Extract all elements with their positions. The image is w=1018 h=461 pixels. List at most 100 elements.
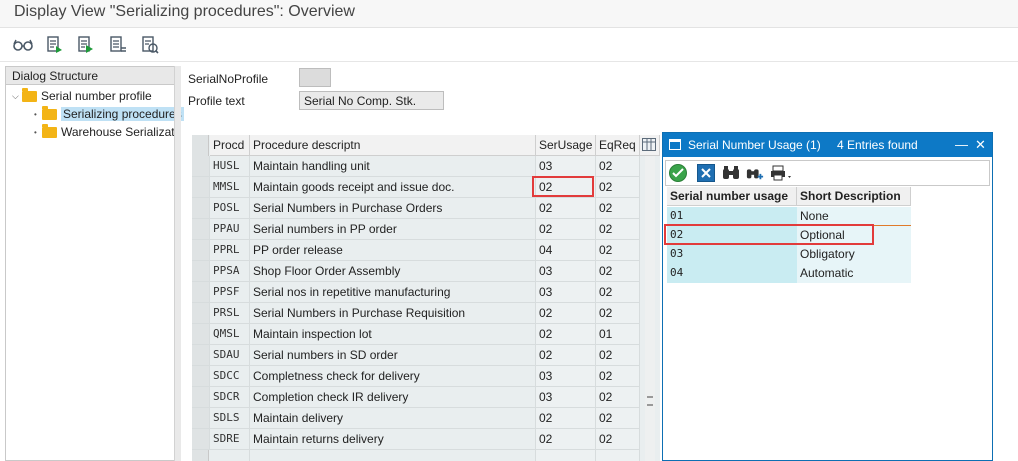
profile-text-field[interactable]: Serial No Comp. Stk.	[299, 91, 444, 110]
compare-icon[interactable]	[139, 34, 161, 56]
cell-eqreq[interactable]: 02	[596, 219, 640, 240]
cell-description[interactable]: PP order release	[250, 240, 536, 261]
cell-description[interactable]: Shop Floor Order Assembly	[250, 261, 536, 282]
popup-cell-description[interactable]: None	[797, 207, 911, 226]
cell-eqreq[interactable]: 02	[596, 177, 640, 198]
cell-serusage[interactable]: 03	[536, 156, 596, 177]
serial-profile-field[interactable]	[299, 68, 331, 87]
row-selector[interactable]	[192, 303, 210, 324]
cell-description[interactable]: Maintain returns delivery	[250, 429, 536, 450]
cell-description[interactable]: Completion check IR delivery	[250, 387, 536, 408]
glasses-icon[interactable]	[12, 34, 34, 56]
search-button[interactable]	[722, 164, 740, 182]
cell-serusage[interactable]: 02	[536, 198, 596, 219]
popup-cell-description[interactable]: Automatic	[797, 264, 911, 283]
row-selector[interactable]	[192, 366, 210, 387]
next-document-icon[interactable]	[75, 34, 97, 56]
cell-procd[interactable]: SDRE	[210, 429, 250, 450]
cell-eqreq[interactable]: 02	[596, 198, 640, 219]
tree-item-serial-number-profile[interactable]: ⌵ Serial number profile	[12, 87, 152, 105]
cell-eqreq[interactable]: 02	[596, 261, 640, 282]
print-dropdown-button[interactable]	[770, 164, 794, 182]
cell-serusage[interactable]: 02	[536, 177, 596, 198]
cell-description[interactable]: Maintain handling unit	[250, 156, 536, 177]
close-button[interactable]: ✕	[975, 137, 986, 153]
popup-cell-usage[interactable]: 04	[667, 264, 797, 283]
cell-eqreq[interactable]: 02	[596, 282, 640, 303]
dialog-structure-scrollbar[interactable]	[174, 66, 181, 461]
cell-eqreq[interactable]: 01	[596, 324, 640, 345]
cell-procd[interactable]: SDAU	[210, 345, 250, 366]
minimize-button[interactable]: —	[955, 137, 968, 152]
cell-procd[interactable]: PPSF	[210, 282, 250, 303]
cell-description[interactable]: Serial Numbers in Purchase Requisition	[250, 303, 536, 324]
row-selector[interactable]	[192, 198, 210, 219]
cell-serusage[interactable]: 02	[536, 408, 596, 429]
cell-procd[interactable]: MMSL	[210, 177, 250, 198]
cell-eqreq[interactable]: 02	[596, 156, 640, 177]
cell-description[interactable]: Completness check for delivery	[250, 366, 536, 387]
cell-serusage[interactable]: 03	[536, 366, 596, 387]
cell-procd[interactable]: PPSA	[210, 261, 250, 282]
popup-cell-usage[interactable]: 02	[667, 226, 797, 245]
row-selector[interactable]	[192, 240, 210, 261]
cell-description[interactable]: Serial nos in repetitive manufacturing	[250, 282, 536, 303]
cell-serusage[interactable]: 02	[536, 324, 596, 345]
cell-eqreq[interactable]: 02	[596, 345, 640, 366]
row-selector[interactable]	[192, 387, 210, 408]
cell-procd[interactable]: HUSL	[210, 156, 250, 177]
row-selector[interactable]	[192, 177, 210, 198]
table-vertical-scrollbar[interactable]	[645, 156, 655, 461]
empty-cell[interactable]	[250, 450, 536, 461]
row-selector[interactable]	[192, 261, 210, 282]
cell-serusage[interactable]: 03	[536, 387, 596, 408]
cell-eqreq[interactable]: 02	[596, 303, 640, 324]
cell-description[interactable]: Maintain inspection lot	[250, 324, 536, 345]
cell-eqreq[interactable]: 02	[596, 387, 640, 408]
row-selector[interactable]	[192, 429, 210, 450]
row-selector[interactable]	[192, 282, 210, 303]
cell-procd[interactable]: POSL	[210, 198, 250, 219]
cell-eqreq[interactable]: 02	[596, 240, 640, 261]
confirm-button[interactable]	[669, 164, 687, 182]
cell-procd[interactable]: QMSL	[210, 324, 250, 345]
cell-eqreq[interactable]: 02	[596, 408, 640, 429]
row-selector[interactable]	[192, 156, 210, 177]
row-selector[interactable]	[192, 324, 210, 345]
column-header-serusage[interactable]: SerUsage	[536, 135, 596, 156]
column-header-description[interactable]: Procedure descriptn	[250, 135, 536, 156]
cell-serusage[interactable]: 03	[536, 282, 596, 303]
cancel-button[interactable]	[697, 164, 715, 182]
row-selector[interactable]	[192, 345, 210, 366]
cell-eqreq[interactable]: 02	[596, 429, 640, 450]
cell-procd[interactable]: PPAU	[210, 219, 250, 240]
scroll-grip-icon[interactable]	[647, 396, 653, 406]
cell-description[interactable]: Serial numbers in SD order	[250, 345, 536, 366]
empty-cell[interactable]	[536, 450, 596, 461]
cell-description[interactable]: Maintain goods receipt and issue doc.	[250, 177, 536, 198]
chevron-down-icon[interactable]: ⌵	[12, 91, 22, 102]
empty-cell[interactable]	[596, 450, 640, 461]
column-header-eqreq[interactable]: EqReq	[596, 135, 640, 156]
cell-serusage[interactable]: 02	[536, 303, 596, 324]
table-settings-button[interactable]	[640, 135, 660, 156]
cell-serusage[interactable]: 02	[536, 345, 596, 366]
popup-cell-description[interactable]: Obligatory	[797, 245, 911, 264]
cell-serusage[interactable]: 02	[536, 429, 596, 450]
search-more-button[interactable]	[746, 164, 764, 182]
cell-serusage[interactable]: 02	[536, 219, 596, 240]
cell-procd[interactable]: SDLS	[210, 408, 250, 429]
cell-description[interactable]: Serial Numbers in Purchase Orders	[250, 198, 536, 219]
column-header-procd[interactable]: Procd	[210, 135, 250, 156]
cell-procd[interactable]: PPRL	[210, 240, 250, 261]
empty-cell[interactable]	[210, 450, 250, 461]
popup-column-header-usage[interactable]: Serial number usage	[667, 187, 797, 206]
cell-description[interactable]: Serial numbers in PP order	[250, 219, 536, 240]
cell-procd[interactable]: PRSL	[210, 303, 250, 324]
display-document-icon[interactable]	[44, 34, 66, 56]
cell-serusage[interactable]: 03	[536, 261, 596, 282]
cell-procd[interactable]: SDCC	[210, 366, 250, 387]
cell-procd[interactable]: SDCR	[210, 387, 250, 408]
cell-serusage[interactable]: 04	[536, 240, 596, 261]
popup-column-header-description[interactable]: Short Description	[797, 187, 911, 206]
